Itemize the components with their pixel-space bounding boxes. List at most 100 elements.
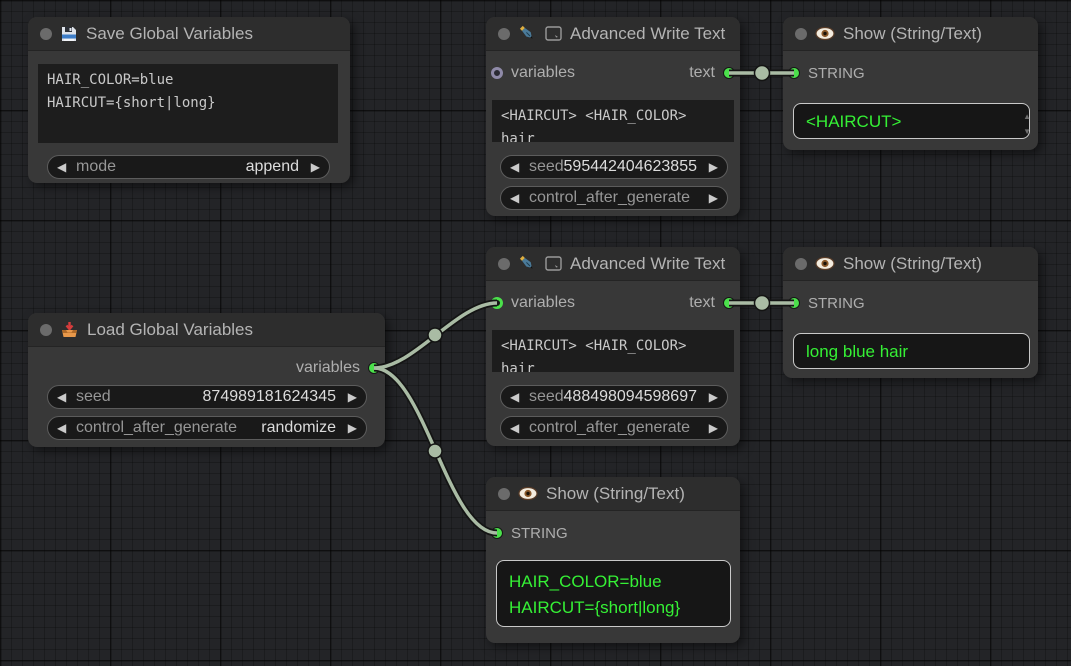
text-textarea[interactable]: <HAIRCUT> <HAIR_COLOR> hair (492, 100, 734, 142)
widget-value: 488498094598697 (564, 388, 697, 406)
text-textarea[interactable]: <HAIRCUT> <HAIR_COLOR> hair (492, 330, 734, 372)
widget-right-arrow-icon[interactable]: ▶ (709, 161, 718, 173)
collapse-dot[interactable] (795, 28, 807, 40)
node-save-global-variables[interactable]: Save Global Variables HAIR_COLOR=blue HA… (28, 17, 350, 183)
node-title: Show (String/Text) (843, 24, 982, 44)
node-titlebar[interactable]: Advanced Write Text (486, 247, 740, 281)
output-port-text[interactable] (723, 297, 735, 309)
output-slot-variables[interactable]: variables (296, 356, 380, 380)
input-port-string[interactable] (788, 67, 800, 79)
widget-right-arrow-icon[interactable]: ▶ (709, 391, 718, 403)
widget-label: control_after_generate (76, 419, 237, 437)
node-show-string-1[interactable]: Show (String/Text) STRING <HAIRCUT> ▲ ▼ (783, 17, 1038, 150)
widget-right-arrow-icon[interactable]: ▶ (348, 422, 357, 434)
collapse-dot[interactable] (795, 258, 807, 270)
widget-left-arrow-icon[interactable]: ◀ (510, 391, 519, 403)
seed-widget[interactable]: ◀ seed 874989181624345 ▶ (47, 385, 367, 409)
control-after-generate-widget[interactable]: ◀ control_after_generate randomize ▶ (47, 416, 367, 440)
input-slot-string[interactable]: STRING (788, 291, 865, 315)
node-titlebar[interactable]: Load Global Variables (28, 313, 385, 347)
node-advanced-write-text-2[interactable]: Advanced Write Text variables text <HAIR… (486, 247, 740, 446)
input-port-string[interactable] (491, 527, 503, 539)
scroll-down-icon[interactable]: ▼ (1023, 128, 1031, 136)
widget-label: mode (76, 158, 116, 176)
output-slot-text[interactable]: text (689, 291, 735, 315)
input-slot-string[interactable]: STRING (491, 521, 568, 545)
link-midpoint-dot (428, 444, 442, 458)
widget-value: randomize (261, 419, 336, 437)
node-title: Save Global Variables (86, 24, 253, 44)
mode-widget[interactable]: ◀ mode append ▶ (47, 155, 330, 179)
input-port-variables[interactable] (491, 67, 503, 79)
widget-left-arrow-icon[interactable]: ◀ (57, 391, 66, 403)
node-title: Load Global Variables (87, 320, 253, 340)
widget-left-arrow-icon[interactable]: ◀ (57, 422, 66, 434)
input-port-variables[interactable] (491, 297, 503, 309)
widget-left-arrow-icon[interactable]: ◀ (510, 161, 519, 173)
seed-widget[interactable]: ◀ seed 595442404623855 ▶ (500, 155, 728, 179)
node-advanced-write-text-1[interactable]: Advanced Write Text variables text <HAIR… (486, 17, 740, 216)
string-display[interactable]: HAIR_COLOR=blue HAIRCUT={short|long} (496, 560, 731, 627)
input-port-string[interactable] (788, 297, 800, 309)
eye-icon (518, 486, 538, 501)
link-midpoint-dot (428, 328, 442, 342)
output-port-text[interactable] (723, 67, 735, 79)
node-titlebar[interactable]: Advanced Write Text (486, 17, 740, 51)
node-title: Advanced Write Text (570, 254, 725, 274)
widget-left-arrow-icon[interactable]: ◀ (510, 422, 519, 434)
node-title: Advanced Write Text (570, 24, 725, 44)
node-titlebar[interactable]: Show (String/Text) (783, 17, 1038, 51)
node-titlebar[interactable]: Save Global Variables (28, 17, 350, 51)
string-display[interactable]: long blue hair (793, 333, 1030, 369)
widget-label: control_after_generate (529, 189, 690, 207)
pen-nib-icon (518, 254, 537, 273)
widget-right-arrow-icon[interactable]: ▶ (709, 192, 718, 204)
link-midpoint-dot (755, 296, 770, 311)
scroll-arrows[interactable]: ▲ ▼ (1023, 113, 1031, 136)
node-titlebar[interactable]: Show (String/Text) (783, 247, 1038, 281)
collapse-dot[interactable] (40, 324, 52, 336)
link-load-to-awt2 (374, 303, 497, 368)
node-show-string-2[interactable]: Show (String/Text) STRING long blue hair (783, 247, 1038, 378)
collapse-dot[interactable] (498, 488, 510, 500)
text-box-icon (545, 256, 562, 271)
collapse-dot[interactable] (498, 28, 510, 40)
widget-label: seed (76, 388, 111, 406)
text-box-icon (545, 26, 562, 41)
string-display[interactable]: <HAIRCUT> (793, 103, 1030, 139)
seed-widget[interactable]: ◀ seed 488498094598697 ▶ (500, 385, 728, 409)
collapse-dot[interactable] (40, 28, 52, 40)
link-load-to-show3 (374, 368, 497, 533)
widget-right-arrow-icon[interactable]: ▶ (311, 161, 320, 173)
scroll-up-icon[interactable]: ▲ (1023, 113, 1031, 121)
eye-icon (815, 256, 835, 271)
widget-label: seed (529, 158, 564, 176)
floppy-disk-icon (60, 25, 78, 43)
node-graph-canvas[interactable]: { "colors": { "link": "#a9bba4", "port_g… (0, 0, 1071, 666)
node-title: Show (String/Text) (843, 254, 982, 274)
output-slot-text[interactable]: text (689, 61, 735, 85)
widget-left-arrow-icon[interactable]: ◀ (510, 192, 519, 204)
inbox-tray-icon (60, 321, 79, 339)
input-slot-variables[interactable]: variables (491, 291, 575, 315)
widget-label: seed (529, 388, 564, 406)
input-slot-string[interactable]: STRING (788, 61, 865, 85)
node-load-global-variables[interactable]: Load Global Variables variables ◀ seed 8… (28, 313, 385, 447)
node-title: Show (String/Text) (546, 484, 685, 504)
eye-icon (815, 26, 835, 41)
node-show-string-3[interactable]: Show (String/Text) STRING HAIR_COLOR=blu… (486, 477, 740, 643)
widget-right-arrow-icon[interactable]: ▶ (348, 391, 357, 403)
control-after-generate-widget[interactable]: ◀ control_after_generate ▶ (500, 416, 728, 440)
widget-right-arrow-icon[interactable]: ▶ (709, 422, 718, 434)
collapse-dot[interactable] (498, 258, 510, 270)
control-after-generate-widget[interactable]: ◀ control_after_generate ▶ (500, 186, 728, 210)
widget-value: 874989181624345 (203, 388, 336, 406)
input-slot-variables[interactable]: variables (491, 61, 575, 85)
pen-nib-icon (518, 24, 537, 43)
node-titlebar[interactable]: Show (String/Text) (486, 477, 740, 511)
widget-left-arrow-icon[interactable]: ◀ (57, 161, 66, 173)
output-port-variables[interactable] (368, 362, 380, 374)
variables-textarea[interactable]: HAIR_COLOR=blue HAIRCUT={short|long} (38, 64, 338, 143)
widget-value: append (246, 158, 299, 176)
widget-value: 595442404623855 (564, 158, 697, 176)
